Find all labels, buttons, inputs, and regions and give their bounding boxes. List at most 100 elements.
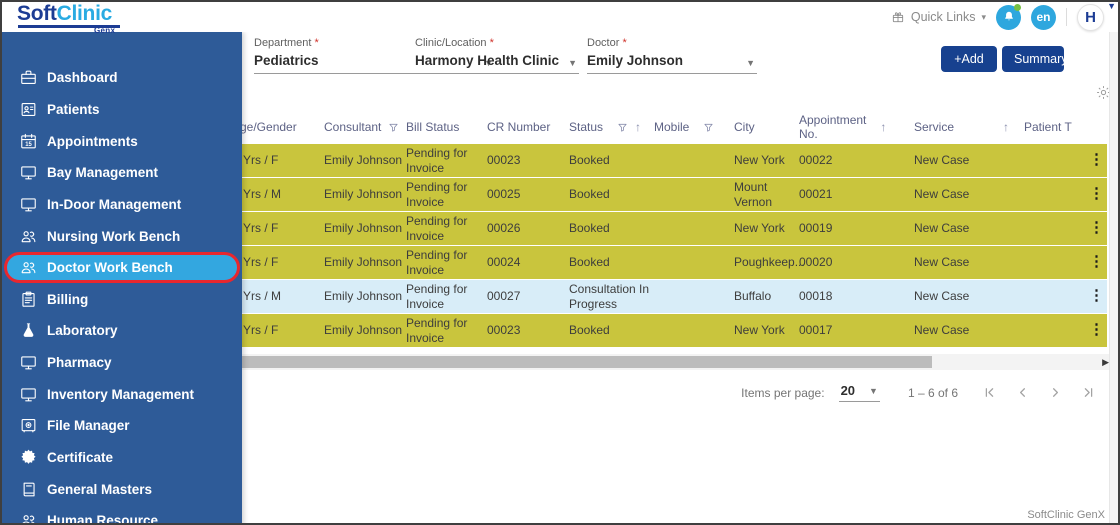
cell-patient-type [1022, 280, 1084, 313]
cell-cr-number: 00023 [485, 314, 567, 347]
column-label: City [734, 120, 755, 134]
next-page-icon[interactable] [1048, 385, 1063, 400]
clinic-location-select[interactable]: Clinic/Location * Harmony Health Clinic▼ [415, 37, 579, 74]
first-page-icon[interactable] [982, 385, 997, 400]
last-page-icon[interactable] [1081, 385, 1096, 400]
sidebar-item-human-resource[interactable]: Human Resource [2, 505, 242, 525]
cell-cr-number: 00026 [485, 212, 567, 245]
topbar-right: Quick Links ▾ en H [891, 2, 1104, 32]
vertical-scrollbar[interactable] [1109, 32, 1118, 525]
sidebar-item-label: Appointments [47, 134, 138, 149]
cell-appointment-no: 00018 [797, 280, 912, 313]
column-header-service[interactable]: Service ↑ [912, 110, 1022, 144]
column-header-patient-t[interactable]: Patient T [1022, 110, 1084, 144]
table-body: Yrs / FEmily JohnsonPending for Invoice0… [230, 144, 1107, 347]
notification-dot [1014, 4, 1021, 11]
cell-patient-type [1022, 212, 1084, 245]
sidebar-item-dashboard[interactable]: Dashboard [2, 62, 242, 94]
cell-status: Booked [567, 314, 652, 347]
cell-status: Booked [567, 212, 652, 245]
quick-links-button[interactable]: Quick Links ▾ [891, 10, 986, 24]
sidebar-item-appointments[interactable]: 15 Appointments [2, 125, 242, 157]
column-header-status[interactable]: Status↑ [567, 110, 652, 144]
sidebar-item-doctor-work-bench[interactable]: Doctor Work Bench [4, 252, 240, 284]
cell-cr-number: 00027 [485, 280, 567, 313]
doctor-select[interactable]: Doctor * Emily Johnson▼ [587, 37, 757, 74]
scroll-right-arrow-icon[interactable]: ▶ [1102, 356, 1109, 368]
sidebar-item-label: Certificate [47, 450, 113, 465]
sidebar-item-label: Laboratory [47, 323, 118, 338]
sort-arrow-icon[interactable]: ↑ [1003, 120, 1009, 134]
filter-funnel-icon[interactable] [703, 122, 714, 133]
sidebar-item-label: Patients [47, 102, 100, 117]
sidebar-item-nursing-work-bench[interactable]: Nursing Work Bench [2, 220, 242, 252]
sidebar-item-pharmacy[interactable]: Pharmacy [2, 347, 242, 379]
sidebar-item-billing[interactable]: Billing [2, 283, 242, 315]
topbar-divider [1066, 8, 1067, 26]
column-header-age-gender[interactable]: Age/Gender [230, 110, 322, 144]
sidebar-item-file-manager[interactable]: File Manager [2, 410, 242, 442]
row-actions-kebab-icon[interactable]: ⋮ [1084, 246, 1107, 279]
horizontal-scrollbar[interactable]: ▶ [230, 354, 1115, 370]
row-actions-kebab-icon[interactable]: ⋮ [1084, 212, 1107, 245]
sidebar-item-label: Human Resource [47, 513, 158, 525]
row-actions-kebab-icon[interactable]: ⋮ [1084, 280, 1107, 313]
sidebar-item-patients[interactable]: Patients [2, 94, 242, 126]
summary-button[interactable]: Summary [1002, 46, 1064, 72]
cell-consultant: Emily Johnson [322, 212, 404, 245]
language-button[interactable]: en [1031, 5, 1056, 30]
column-header-mobile[interactable]: Mobile [652, 110, 732, 144]
profile-caret-icon[interactable]: ▼ [1107, 1, 1116, 11]
chevron-down-icon: ▼ [568, 58, 577, 68]
row-actions-kebab-icon[interactable]: ⋮ [1084, 178, 1107, 211]
notifications-button[interactable] [996, 5, 1021, 30]
cell-mobile [652, 280, 732, 313]
table-row[interactable]: Yrs / FEmily JohnsonPending for Invoice0… [230, 144, 1107, 177]
horizontal-scrollbar-thumb[interactable] [242, 356, 932, 368]
cell-appointment-no: 00019 [797, 212, 912, 245]
sidebar-item-label: Billing [47, 292, 88, 307]
previous-page-icon[interactable] [1015, 385, 1030, 400]
table-row[interactable]: Yrs / MEmily JohnsonPending for Invoice0… [230, 178, 1107, 211]
filter-funnel-icon[interactable] [617, 122, 628, 133]
general-masters-icon [18, 479, 38, 499]
column-header-cr-number[interactable]: CR Number [485, 110, 567, 144]
sidebar-item-certificate[interactable]: Certificate [2, 442, 242, 474]
user-avatar[interactable]: H [1077, 4, 1104, 31]
sidebar-item-general-masters[interactable]: General Masters [2, 473, 242, 505]
row-actions-kebab-icon[interactable]: ⋮ [1084, 314, 1107, 347]
cell-mobile [652, 314, 732, 347]
chevron-down-icon: ▼ [746, 58, 755, 68]
cell-bill-status: Pending for Invoice [404, 246, 485, 279]
sidebar-item-in-door-management[interactable]: In-Door Management [2, 189, 242, 221]
add-button[interactable]: +Add [941, 46, 997, 72]
sort-arrow-icon[interactable]: ↑ [880, 120, 886, 134]
svg-text:15: 15 [25, 141, 32, 147]
sidebar-item-laboratory[interactable]: Laboratory [2, 315, 242, 347]
sidebar-item-inventory-management[interactable]: Inventory Management [2, 378, 242, 410]
column-header-bill-status[interactable]: Bill Status [404, 110, 485, 144]
sidebar-item-label: Bay Management [47, 165, 158, 180]
cell-service: New Case [912, 280, 1022, 313]
table-row[interactable]: Yrs / FEmily JohnsonPending for Invoice0… [230, 314, 1107, 347]
cell-age-gender: Yrs / F [230, 144, 322, 177]
table-row[interactable]: Yrs / FEmily JohnsonPending for Invoice0… [230, 212, 1107, 245]
items-per-page-select[interactable]: 20 ▼ [839, 383, 880, 402]
cell-city: New York [732, 314, 797, 347]
column-label: Service [914, 120, 954, 134]
monitor-icon [18, 163, 38, 183]
column-label: Appointment No. [799, 113, 866, 141]
cell-mobile [652, 246, 732, 279]
table-row[interactable]: Yrs / FEmily JohnsonPending for Invoice0… [230, 246, 1107, 279]
table-row[interactable]: Yrs / MEmily JohnsonPending for Invoice0… [230, 280, 1107, 313]
monitor-icon [18, 384, 38, 404]
logo-text-primary: Soft [17, 2, 57, 25]
filter-funnel-icon[interactable] [388, 122, 399, 133]
sidebar-item-bay-management[interactable]: Bay Management [2, 157, 242, 189]
column-header-city[interactable]: City [732, 110, 797, 144]
row-actions-kebab-icon[interactable]: ⋮ [1084, 144, 1107, 177]
sort-arrow-icon[interactable]: ↑ [635, 120, 641, 134]
column-header-consultant[interactable]: Consultant [322, 110, 404, 144]
column-header-appointment-no-[interactable]: Appointment No. ↑ [797, 110, 912, 144]
column-header-actions [1084, 110, 1107, 144]
